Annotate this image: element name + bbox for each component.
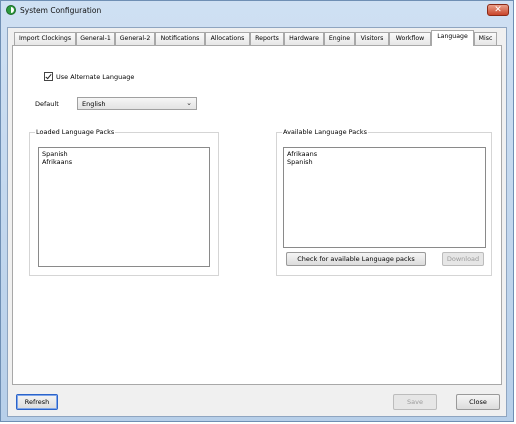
tab-misc[interactable]: Misc (474, 32, 497, 45)
list-item[interactable]: Spanish (287, 158, 313, 166)
chevron-down-icon: ⌄ (186, 99, 192, 107)
list-item[interactable]: Afrikaans (42, 158, 72, 166)
close-window-icon[interactable]: ✕ (487, 4, 509, 16)
tab-engine[interactable]: Engine (324, 32, 355, 45)
tab-allocations[interactable]: Allocations (205, 32, 250, 45)
available-language-packs-title: Available Language Packs (282, 128, 368, 136)
list-item[interactable]: Spanish (42, 150, 68, 158)
tab-general-2[interactable]: General-2 (115, 32, 155, 45)
language-tab-panel: Use Alternate Language Default English ⌄… (12, 45, 502, 385)
tab-notifications[interactable]: Notifications (155, 32, 205, 45)
tab-language[interactable]: Language (431, 30, 474, 46)
available-language-packs-group: Available Language Packs Afrikaans Spani… (276, 128, 492, 276)
close-button[interactable]: Close (456, 394, 500, 410)
refresh-button[interactable]: Refresh (16, 394, 58, 410)
default-language-value: English (82, 100, 106, 108)
dialog-client-area: Import Clockings General-1 General-2 Not… (7, 27, 507, 417)
tab-reports[interactable]: Reports (250, 32, 284, 45)
tab-import-clockings[interactable]: Import Clockings (14, 32, 76, 45)
download-button[interactable]: Download (442, 252, 484, 266)
loaded-language-packs-group: Loaded Language Packs Spanish Afrikaans (29, 128, 219, 276)
default-language-label: Default (35, 100, 59, 108)
tab-general-1[interactable]: General-1 (76, 32, 115, 45)
default-language-select[interactable]: English ⌄ (77, 97, 197, 110)
title-bar[interactable]: System Configuration ✕ (1, 1, 513, 21)
list-item[interactable]: Afrikaans (287, 150, 317, 158)
check-language-packs-button[interactable]: Check for available Language packs (286, 252, 426, 266)
loaded-language-packs-title: Loaded Language Packs (35, 128, 116, 136)
tab-visitors[interactable]: Visitors (355, 32, 389, 45)
available-language-packs-list[interactable]: Afrikaans Spanish (283, 147, 486, 248)
app-icon (6, 5, 16, 15)
window-title: System Configuration (20, 6, 102, 15)
tab-hardware[interactable]: Hardware (284, 32, 324, 45)
use-alternate-language-label: Use Alternate Language (56, 73, 135, 81)
save-button[interactable]: Save (393, 394, 437, 410)
tab-workflow[interactable]: Workflow (389, 32, 431, 45)
system-configuration-window: System Configuration ✕ Import Clockings … (0, 0, 514, 422)
loaded-language-packs-list[interactable]: Spanish Afrikaans (38, 147, 210, 267)
use-alternate-language-checkbox[interactable] (44, 72, 53, 81)
